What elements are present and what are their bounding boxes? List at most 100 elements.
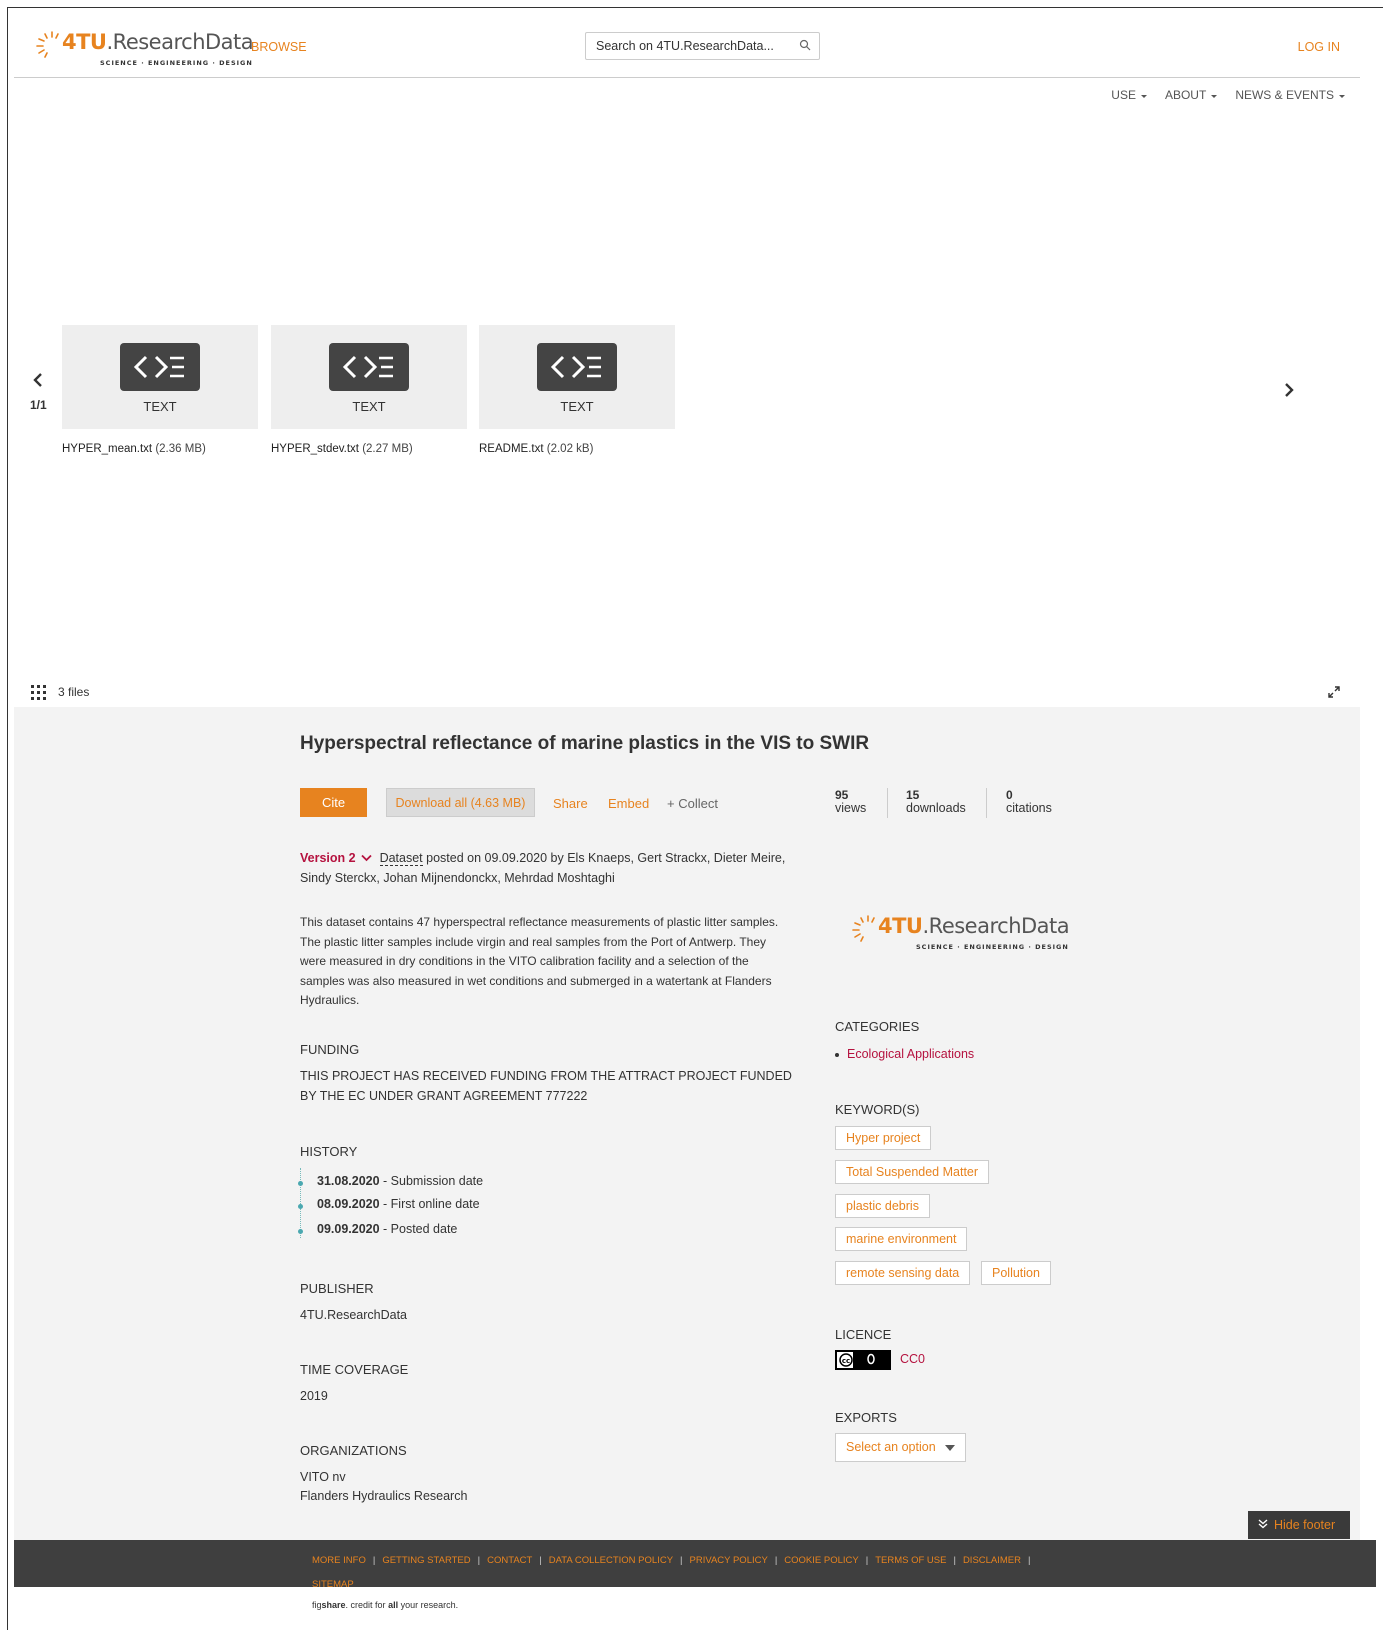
chevron-left-icon[interactable] (31, 372, 45, 388)
licence-heading: LICENCE (835, 1327, 892, 1342)
footer-link[interactable]: PRIVACY POLICY (690, 1555, 768, 1566)
file-card[interactable]: TEXT (479, 325, 675, 429)
embed-link[interactable]: Embed (608, 796, 649, 811)
footer-link[interactable]: DATA COLLECTION POLICY (549, 1555, 673, 1566)
exports-heading: EXPORTS (835, 1410, 897, 1425)
nav-news-label: NEWS & EVENTS (1235, 88, 1334, 102)
hide-footer-button[interactable]: Hide footer (1248, 1511, 1350, 1539)
footer-link[interactable]: GETTING STARTED (382, 1555, 470, 1566)
item-details-panel (14, 707, 1360, 1545)
version-selector[interactable]: Version 2 (300, 851, 356, 865)
code-file-icon (120, 343, 200, 391)
footer-link[interactable]: SITEMAP (312, 1579, 354, 1590)
timeline-dot (298, 1229, 303, 1234)
keyword-tag[interactable]: marine environment (835, 1227, 968, 1251)
double-chevron-down-icon (1258, 1519, 1268, 1529)
history-heading: HISTORY (300, 1144, 358, 1159)
logo-burst-icon (852, 915, 875, 942)
code-file-icon (537, 343, 617, 391)
keyword-tag[interactable]: Total Suspended Matter (835, 1160, 990, 1184)
logo-text: 4TU.ResearchData (62, 30, 254, 54)
footer-link[interactable]: MORE INFO (312, 1555, 366, 1566)
file-name[interactable]: README.txt (2.02 kB) (479, 443, 593, 455)
top-nav: USE ABOUT NEWS & EVENTS (1111, 88, 1345, 102)
grid-icon[interactable] (30, 684, 48, 700)
logo-tagline: SCIENCE · ENGINEERING · DESIGN (916, 943, 1069, 951)
svg-text:cc: cc (842, 1357, 850, 1365)
search-box (585, 32, 820, 60)
footer-links: MORE INFO | GETTING STARTED | CONTACT | DATA C… (312, 1555, 1031, 1590)
stat-citations: 0 citations (1006, 788, 1052, 815)
item-description: This dataset contains 47 hyperspectral r… (300, 915, 779, 1007)
files-bar: 3 files (30, 684, 89, 700)
nav-use[interactable]: USE (1111, 88, 1147, 102)
nav-about-label: ABOUT (1164, 88, 1207, 102)
file-type-label: TEXT (352, 399, 386, 414)
publisher-logo: 4TU.ResearchData SCIENCE · ENGINEERING ·… (850, 910, 1070, 952)
category-link[interactable]: Ecological Applications (835, 1047, 974, 1061)
site-header: 4TU.ResearchData SCIENCE · ENGINEERING ·… (14, 26, 1360, 78)
history-item: 31.08.2020 - Submission date (317, 1174, 484, 1188)
cc0-badge-icon: cc (835, 1350, 891, 1370)
timeline-dot (298, 1181, 303, 1186)
time-coverage-value: 2019 (300, 1389, 328, 1403)
file-count: 3 files (58, 685, 90, 699)
footer-link[interactable]: DISCLAIMER (963, 1555, 1021, 1566)
file-type-label: TEXT (143, 399, 177, 414)
stat-views: 95 views (835, 788, 867, 815)
footer-link[interactable]: TERMS OF USE (875, 1555, 946, 1566)
login-link[interactable]: LOG IN (1298, 40, 1340, 54)
footer-link[interactable]: CONTACT (487, 1555, 532, 1566)
stat-downloads: 15 downloads (906, 788, 966, 815)
site-logo[interactable]: 4TU.ResearchData SCIENCE · ENGINEERING ·… (34, 26, 254, 68)
item-title: Hyperspectral reflectance of marine plas… (300, 733, 870, 754)
licence-link[interactable]: CC0 (900, 1352, 925, 1366)
organization-item: VITO nv (300, 1470, 346, 1484)
publisher-heading: PUBLISHER (300, 1281, 374, 1296)
logo-text: 4TU.ResearchData (878, 914, 1070, 938)
publisher-value: 4TU.ResearchData (300, 1308, 407, 1322)
organizations-heading: ORGANIZATIONS (300, 1443, 407, 1458)
footer-link[interactable]: COOKIE POLICY (784, 1555, 858, 1566)
timeline-dot (298, 1204, 303, 1209)
search-icon[interactable] (799, 39, 811, 51)
item-type[interactable]: Dataset (379, 851, 423, 866)
stat-divider (986, 788, 987, 818)
history-item: 08.09.2020 - First online date (317, 1197, 480, 1211)
keyword-tag[interactable]: Hyper project (835, 1126, 932, 1150)
figshare-credit: figshare. credit for all your research. (312, 1600, 459, 1610)
collect-link[interactable]: + Collect (667, 796, 718, 811)
logo-tagline: SCIENCE · ENGINEERING · DESIGN (100, 59, 253, 67)
time-coverage-heading: TIME COVERAGE (300, 1362, 409, 1377)
site-footer: MORE INFO | GETTING STARTED | CONTACT | DATA C… (14, 1540, 1376, 1590)
exports-select-value: Select an option (846, 1440, 936, 1454)
dropdown-arrow-icon (945, 1445, 955, 1451)
keywords-heading: KEYWORD(S) (835, 1102, 920, 1117)
file-name[interactable]: HYPER_mean.txt (2.36 MB) (62, 443, 206, 455)
categories-heading: CATEGORIES (835, 1019, 920, 1034)
keyword-tag[interactable]: plastic debris (835, 1194, 930, 1218)
hide-footer-label: Hide footer (1274, 1518, 1336, 1532)
nav-about[interactable]: ABOUT (1164, 88, 1218, 102)
file-card[interactable]: TEXT (62, 325, 258, 429)
keyword-tag[interactable]: Pollution (981, 1261, 1051, 1285)
posted-info: posted on 09.09.2020 by Els Knaeps, Gert… (300, 851, 786, 885)
chevron-down-icon[interactable] (361, 854, 372, 862)
browse-link[interactable]: BROWSE (251, 40, 307, 54)
code-file-icon (329, 343, 409, 391)
file-name[interactable]: HYPER_stdev.txt (2.27 MB) (271, 443, 413, 455)
expand-icon[interactable] (1328, 686, 1340, 698)
download-all-button[interactable]: Download all (4.63 MB) (386, 788, 535, 817)
keyword-tag[interactable]: remote sensing data (835, 1261, 971, 1285)
chevron-right-icon[interactable] (1282, 382, 1296, 398)
nav-use-label: USE (1111, 88, 1136, 102)
caret-down-icon (1211, 94, 1218, 98)
file-card[interactable]: TEXT (271, 325, 467, 429)
cite-button[interactable]: Cite (300, 788, 367, 817)
share-link[interactable]: Share (553, 796, 588, 811)
search-input[interactable] (586, 33, 791, 59)
history-timeline: 31.08.2020 - Submission date 08.09.2020 … (298, 1168, 600, 1238)
nav-news-events[interactable]: NEWS & EVENTS (1235, 88, 1345, 102)
exports-select[interactable]: Select an option (835, 1433, 966, 1462)
funding-heading: FUNDING (300, 1042, 360, 1057)
